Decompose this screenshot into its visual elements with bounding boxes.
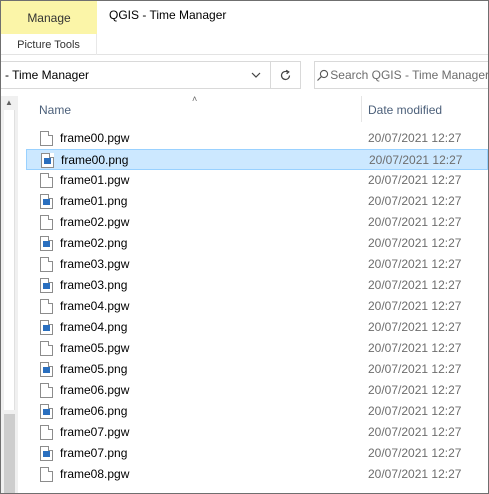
chevron-down-icon bbox=[251, 72, 261, 78]
document-icon bbox=[40, 383, 53, 398]
column-divider[interactable] bbox=[361, 96, 362, 122]
window-title: QGIS - Time Manager bbox=[109, 8, 227, 22]
document-icon bbox=[40, 215, 53, 230]
file-row[interactable]: frame06.pgw 20/07/2021 12:27 bbox=[26, 380, 488, 401]
file-name: frame05.png bbox=[60, 362, 128, 376]
search-icon bbox=[317, 69, 329, 81]
file-date-modified: 20/07/2021 12:27 bbox=[368, 173, 462, 187]
file-date-modified: 20/07/2021 12:27 bbox=[368, 131, 462, 145]
file-date-modified: 20/07/2021 12:27 bbox=[368, 362, 462, 376]
file-name: frame07.png bbox=[60, 446, 128, 460]
title-bar: Manage Picture Tools QGIS - Time Manager bbox=[1, 1, 488, 55]
scrollbar-region[interactable] bbox=[4, 110, 15, 410]
file-row[interactable]: frame03.png 20/07/2021 12:27 bbox=[26, 275, 488, 296]
image-file-icon bbox=[40, 320, 53, 335]
file-row[interactable]: frame02.png 20/07/2021 12:27 bbox=[26, 233, 488, 254]
file-date-modified: 20/07/2021 12:27 bbox=[368, 404, 462, 418]
file-date-modified: 20/07/2021 12:27 bbox=[368, 467, 462, 481]
file-date-modified: 20/07/2021 12:27 bbox=[368, 425, 462, 439]
file-date-modified: 20/07/2021 12:27 bbox=[368, 383, 462, 397]
file-row[interactable]: frame01.png 20/07/2021 12:27 bbox=[26, 191, 488, 212]
file-list: ˄ Name Date modified frame00.pgw 20/07/20… bbox=[26, 96, 488, 493]
search-box[interactable]: Search QGIS - Time Manager bbox=[314, 61, 488, 89]
file-row[interactable]: frame07.png 20/07/2021 12:27 bbox=[26, 443, 488, 464]
file-name: frame01.pgw bbox=[60, 173, 130, 187]
file-row[interactable]: frame05.pgw 20/07/2021 12:27 bbox=[26, 338, 488, 359]
column-header-name[interactable]: Name bbox=[39, 103, 71, 117]
image-file-icon bbox=[40, 362, 53, 377]
address-dropdown-button[interactable] bbox=[242, 62, 270, 88]
file-rows: frame00.pgw 20/07/2021 12:27 frame00.png 20… bbox=[26, 128, 488, 485]
file-explorer-window: Manage Picture Tools QGIS - Time Manager… bbox=[0, 0, 489, 494]
file-date-modified: 20/07/2021 12:27 bbox=[368, 278, 462, 292]
file-name: frame04.png bbox=[60, 320, 128, 334]
file-date-modified: 20/07/2021 12:27 bbox=[368, 194, 462, 208]
file-row[interactable]: frame04.pgw 20/07/2021 12:27 bbox=[26, 296, 488, 317]
file-name: frame02.png bbox=[60, 236, 128, 250]
file-name: frame03.pgw bbox=[60, 257, 130, 271]
image-file-icon bbox=[40, 278, 53, 293]
document-icon bbox=[40, 131, 53, 146]
file-row[interactable]: frame03.pgw 20/07/2021 12:27 bbox=[26, 254, 488, 275]
file-date-modified: 20/07/2021 12:27 bbox=[368, 446, 462, 460]
file-date-modified: 20/07/2021 12:27 bbox=[368, 236, 462, 250]
file-name: frame08.pgw bbox=[60, 467, 130, 481]
search-input[interactable]: Search QGIS - Time Manager bbox=[330, 68, 488, 82]
file-date-modified: 20/07/2021 12:27 bbox=[368, 257, 462, 271]
file-row[interactable]: frame02.pgw 20/07/2021 12:27 bbox=[26, 212, 488, 233]
scrollbar-thumb[interactable] bbox=[4, 414, 15, 493]
file-date-modified: 20/07/2021 12:27 bbox=[368, 320, 462, 334]
file-name: frame03.png bbox=[60, 278, 128, 292]
file-name: frame04.pgw bbox=[60, 299, 130, 313]
refresh-icon bbox=[280, 69, 291, 80]
image-file-icon bbox=[40, 404, 53, 419]
address-row: - Time Manager Search QGIS - Time Manage… bbox=[1, 56, 488, 96]
file-date-modified: 20/07/2021 12:27 bbox=[369, 153, 463, 167]
file-row[interactable]: frame00.png 20/07/2021 12:27 bbox=[26, 149, 488, 170]
refresh-button[interactable] bbox=[271, 61, 301, 89]
file-row[interactable]: frame00.pgw 20/07/2021 12:27 bbox=[26, 128, 488, 149]
file-date-modified: 20/07/2021 12:27 bbox=[368, 341, 462, 355]
file-row[interactable]: frame05.png 20/07/2021 12:27 bbox=[26, 359, 488, 380]
file-name: frame07.pgw bbox=[60, 425, 130, 439]
file-name: frame02.pgw bbox=[60, 215, 130, 229]
search-icon-container bbox=[315, 69, 330, 82]
file-row[interactable]: frame04.png 20/07/2021 12:27 bbox=[26, 317, 488, 338]
file-date-modified: 20/07/2021 12:27 bbox=[368, 215, 462, 229]
sort-ascending-icon: ˄ bbox=[192, 96, 198, 104]
column-header-row: ˄ Name Date modified bbox=[26, 96, 488, 124]
file-name: frame00.pgw bbox=[60, 131, 130, 145]
document-icon bbox=[40, 299, 53, 314]
ribbon-tab-manage[interactable]: Manage bbox=[1, 1, 97, 34]
address-bar[interactable]: - Time Manager bbox=[1, 61, 271, 89]
file-date-modified: 20/07/2021 12:27 bbox=[368, 299, 462, 313]
document-icon bbox=[40, 257, 53, 272]
file-row[interactable]: frame07.pgw 20/07/2021 12:27 bbox=[26, 422, 488, 443]
document-icon bbox=[40, 173, 53, 188]
navigation-pane-scrollbar[interactable]: ▲ bbox=[1, 96, 18, 493]
file-row[interactable]: frame08.pgw 20/07/2021 12:27 bbox=[26, 464, 488, 485]
document-icon bbox=[40, 425, 53, 440]
image-file-icon bbox=[40, 194, 53, 209]
file-row[interactable]: frame06.png 20/07/2021 12:27 bbox=[26, 401, 488, 422]
document-icon bbox=[40, 341, 53, 356]
file-name: frame00.png bbox=[61, 153, 129, 167]
address-path: - Time Manager bbox=[5, 68, 90, 82]
image-file-icon bbox=[41, 153, 54, 168]
file-name: frame05.pgw bbox=[60, 341, 130, 355]
file-name: frame06.png bbox=[60, 404, 128, 418]
column-header-date-modified[interactable]: Date modified bbox=[368, 103, 442, 117]
file-name: frame06.pgw bbox=[60, 383, 130, 397]
image-file-icon bbox=[40, 446, 53, 461]
file-row[interactable]: frame01.pgw 20/07/2021 12:27 bbox=[26, 170, 488, 191]
image-file-icon bbox=[40, 236, 53, 251]
ribbon-context-picture-tools: Picture Tools bbox=[1, 34, 97, 55]
document-icon bbox=[40, 467, 53, 482]
scroll-up-icon[interactable]: ▲ bbox=[5, 98, 13, 107]
file-name: frame01.png bbox=[60, 194, 128, 208]
